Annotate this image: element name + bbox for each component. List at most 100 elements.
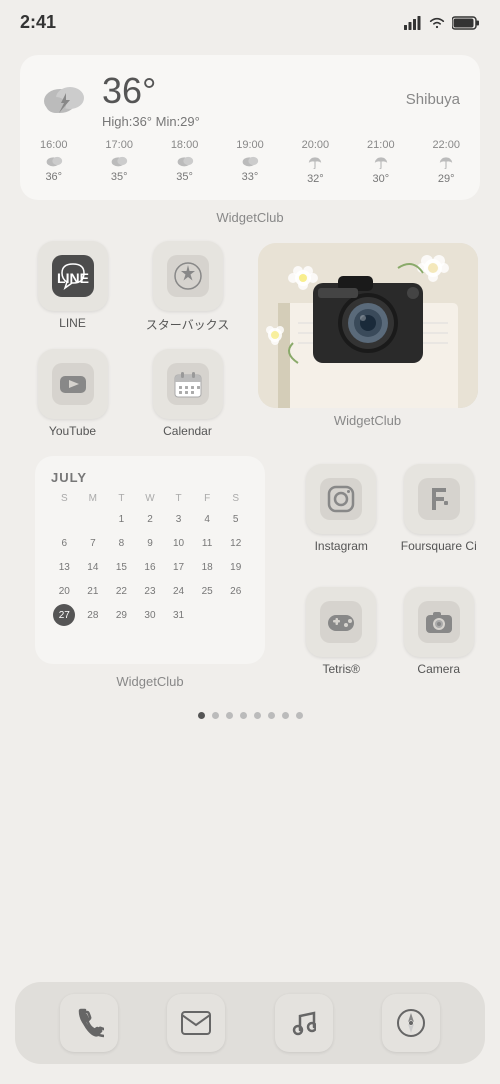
- cal-header-w: W: [137, 491, 164, 506]
- widget-club-label-2: WidgetClub: [334, 413, 401, 428]
- dock-phone[interactable]: [60, 994, 118, 1052]
- app-label-foursquare: Foursquare Ci: [401, 539, 477, 553]
- cal-day-21: 21: [82, 580, 104, 602]
- foursquare-icon: [404, 464, 474, 534]
- cal-header-s2: S: [222, 491, 249, 506]
- cal-day-27: 27: [53, 604, 75, 626]
- cal-header-s1: S: [51, 491, 78, 506]
- dock: [15, 982, 485, 1064]
- weather-hi-lo: High:36° Min:29°: [102, 114, 200, 129]
- cal-day-empty: [82, 508, 104, 530]
- app-item-starbucks[interactable]: スターバックス: [130, 233, 245, 341]
- app-item-youtube[interactable]: YouTube: [15, 341, 130, 446]
- app-item-camera[interactable]: Camera: [393, 579, 486, 697]
- cal-day-2: 2: [139, 508, 161, 530]
- page-dot-2: [212, 712, 219, 719]
- cal-header-m: M: [80, 491, 107, 506]
- weather-location: Shibuya: [406, 91, 460, 108]
- cal-day-8: 8: [110, 532, 132, 554]
- cal-day-22: 22: [110, 580, 132, 602]
- cal-day-5: 5: [225, 508, 247, 530]
- app-item-line[interactable]: LINE LINE: [15, 233, 130, 341]
- signal-icon: [404, 16, 422, 30]
- wifi-icon: [428, 16, 446, 30]
- page-dot-8: [296, 712, 303, 719]
- app-item-calendar[interactable]: Calendar: [130, 341, 245, 446]
- weather-temp: 36°: [102, 70, 200, 112]
- cal-header-f: F: [194, 491, 221, 506]
- cloud-icon: [176, 155, 194, 167]
- instagram-icon: [306, 464, 376, 534]
- cal-day-empty2: [196, 604, 218, 626]
- cal-day-13: 13: [53, 556, 75, 578]
- cal-day-4: 4: [196, 508, 218, 530]
- calendar-widget: JULY S M T W T F S 1 2 3 4 5 6 7 8: [35, 456, 265, 664]
- cal-header-t1: T: [108, 491, 135, 506]
- cal-day-1: 1: [110, 508, 132, 530]
- cal-day-15: 15: [110, 556, 132, 578]
- cal-day-20: 20: [53, 580, 75, 602]
- widget-club-image: [258, 243, 478, 408]
- cal-day-10: 10: [168, 532, 190, 554]
- dock-safari[interactable]: [382, 994, 440, 1052]
- dock-mail[interactable]: [167, 994, 225, 1052]
- status-time: 2:41: [20, 12, 56, 33]
- cal-header-t2: T: [165, 491, 192, 506]
- app-item-instagram[interactable]: Instagram: [295, 456, 388, 574]
- weather-hour-5: 20:00 32°: [302, 139, 330, 185]
- app-label-calendar: Calendar: [163, 424, 212, 438]
- cal-day-29: 29: [110, 604, 132, 626]
- cal-day-6: 6: [53, 532, 75, 554]
- weather-hour-3: 18:00 35°: [171, 139, 199, 185]
- cal-month: JULY: [51, 470, 249, 485]
- app-item-foursquare[interactable]: Foursquare Ci: [393, 456, 486, 574]
- page-dot-6: [268, 712, 275, 719]
- cloud-icon: [110, 155, 128, 167]
- umbrella-icon: [437, 155, 455, 169]
- app-item-tetris[interactable]: Tetris®: [295, 579, 388, 697]
- weather-icon: [40, 79, 92, 121]
- cal-day-17: 17: [168, 556, 190, 578]
- cal-day-25: 25: [196, 580, 218, 602]
- cal-day-9: 9: [139, 532, 161, 554]
- cloud-icon: [241, 155, 259, 167]
- youtube-icon: [38, 349, 108, 419]
- cal-day-empty3: [225, 604, 247, 626]
- umbrella-icon: [372, 155, 390, 169]
- app-label-starbucks: スターバックス: [146, 316, 230, 333]
- weather-hour-1: 16:00 36°: [40, 139, 68, 185]
- cal-day-14: 14: [82, 556, 104, 578]
- cal-day-19: 19: [225, 556, 247, 578]
- widget-club-label-3: WidgetClub: [116, 674, 183, 689]
- cal-day-empty: [53, 508, 75, 530]
- app-label-tetris: Tetris®: [322, 662, 360, 676]
- widget-club-label-1: WidgetClub: [0, 210, 500, 225]
- mid-section: JULY S M T W T F S 1 2 3 4 5 6 7 8: [0, 451, 500, 697]
- cal-grid: S M T W T F S 1 2 3 4 5 6 7 8 9 10: [51, 491, 249, 650]
- camera-app-icon: [404, 587, 474, 657]
- weather-hour-6: 21:00 30°: [367, 139, 395, 185]
- cal-day-empty4: [53, 628, 75, 650]
- dock-music[interactable]: [275, 994, 333, 1052]
- starbucks-icon: [153, 241, 223, 311]
- page-dot-5: [254, 712, 261, 719]
- app-label-line: LINE: [59, 316, 86, 330]
- battery-icon: [452, 16, 480, 30]
- cal-day-24: 24: [168, 580, 190, 602]
- page-dots: [0, 712, 500, 719]
- page-dot-3: [226, 712, 233, 719]
- cal-day-31: 31: [168, 604, 190, 626]
- status-icons: [404, 16, 480, 30]
- cal-day-7: 7: [82, 532, 104, 554]
- line-icon: LINE: [38, 241, 108, 311]
- weather-hour-7: 22:00 29°: [432, 139, 460, 185]
- app-label-youtube: YouTube: [49, 424, 96, 438]
- weather-hour-4: 19:00 33°: [236, 139, 264, 185]
- cal-day-16: 16: [139, 556, 161, 578]
- cloud-icon: [45, 155, 63, 167]
- app-label-camera: Camera: [417, 662, 460, 676]
- cal-day-28: 28: [82, 604, 104, 626]
- cal-day-11: 11: [196, 532, 218, 554]
- tetris-icon: [306, 587, 376, 657]
- cal-day-18: 18: [196, 556, 218, 578]
